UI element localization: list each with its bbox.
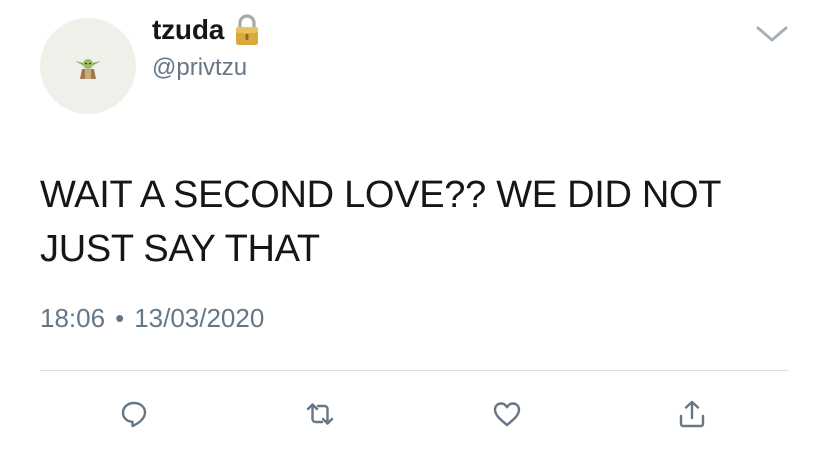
share-button[interactable] (672, 394, 712, 434)
retweet-button[interactable] (300, 394, 340, 434)
tweet-date[interactable]: 13/03/2020 (134, 303, 264, 334)
display-name[interactable]: tzuda (152, 14, 224, 46)
lock-icon (236, 14, 259, 45)
like-button[interactable] (487, 394, 527, 434)
avatar[interactable] (40, 18, 136, 114)
author-name-row: tzuda (152, 14, 260, 46)
chevron-down-icon (756, 26, 788, 42)
heart-icon (493, 402, 521, 427)
meta-separator: • (115, 303, 125, 333)
share-icon (679, 400, 705, 428)
more-options-button[interactable] (752, 20, 792, 48)
tweet-text: WAIT A SECOND LOVE?? WE DID NOT JUST SAY… (40, 174, 721, 270)
reply-button[interactable] (114, 394, 154, 434)
retweet-icon (306, 403, 334, 425)
reply-icon (121, 401, 147, 428)
yoda-avatar-icon (75, 59, 101, 79)
tweet-card: tzuda @privtzu WAIT A SECOND LOVE?? WE D… (0, 0, 828, 461)
tweet-time[interactable]: 18:06 (40, 303, 105, 334)
tweet-meta: 18:06 • 13/03/2020 (40, 303, 264, 334)
user-handle[interactable]: @privtzu (152, 54, 247, 82)
divider (40, 370, 788, 371)
